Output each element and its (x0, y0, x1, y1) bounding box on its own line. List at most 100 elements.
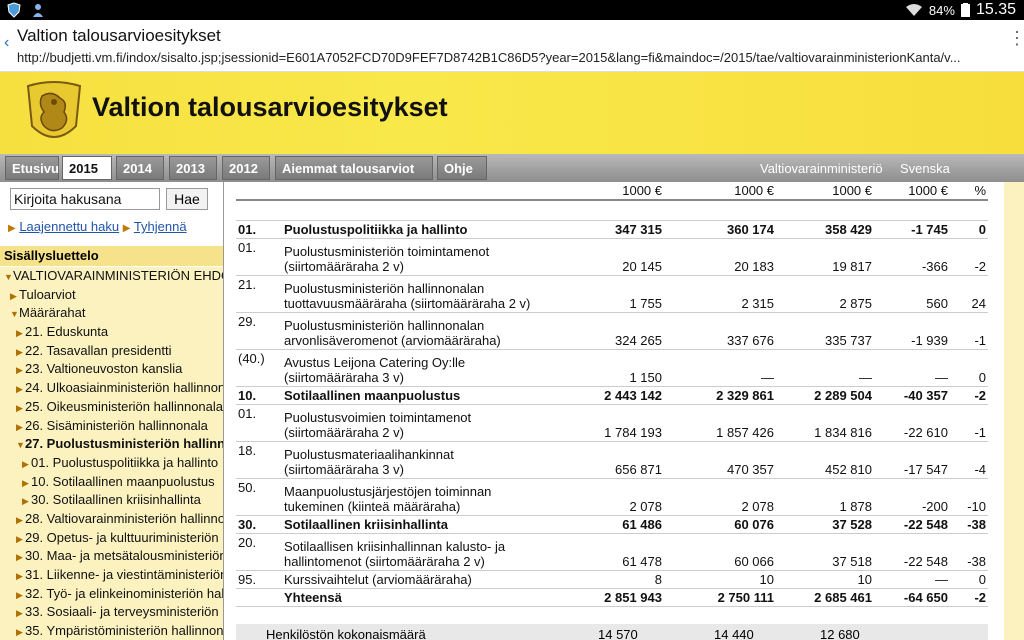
tab-2013[interactable]: 2013 (169, 156, 217, 180)
toc-item[interactable]: ▶ 22. Tasavallan presidentti (0, 342, 223, 361)
row-value: 0 (950, 349, 988, 387)
toc-item[interactable]: ▼27. Puolustusministeriön hallinnonala (0, 435, 223, 454)
tab-2012[interactable]: 2012 (222, 156, 270, 180)
row-code: 01. (236, 238, 282, 276)
overflow-menu-icon[interactable]: ⋮ (1008, 29, 1024, 47)
triangle-right-icon[interactable]: ▶ (22, 492, 31, 510)
triangle-right-icon[interactable]: ▶ (16, 324, 25, 342)
triangle-right-icon[interactable]: ▶ (16, 623, 25, 640)
toc-item[interactable]: ▶ 30. Sotilaallinen kriisinhallinta (0, 491, 223, 510)
table-row: 10. Sotilaallinen maanpuolustus 2 443 142 2… (236, 386, 988, 405)
row-name-line-2: arvonlisäveromenot (arviomääräraha) (284, 332, 501, 348)
row-name: Puolustusmateriaalihankinnat (siirtomäärä… (282, 441, 562, 479)
triangle-right-icon[interactable]: ▶ (10, 287, 19, 305)
row-name: Maanpuolustusjärjestöjen toiminnan tukemi… (282, 478, 562, 516)
triangle-right-icon[interactable]: ▶ (16, 399, 25, 417)
toc-item[interactable]: ▶ 01. Puolustuspolitiikka ja hallinto (0, 454, 223, 473)
triangle-right-icon: ▶ (8, 223, 16, 234)
advanced-search-link[interactable]: Laajennettu haku (19, 219, 119, 234)
row-value: 10 (664, 570, 776, 589)
toc-item[interactable]: ▶29. Opetus- ja kulttuuriministeriön hal… (0, 529, 223, 548)
row-name: Puolustuspolitiikka ja hallinto (282, 220, 562, 239)
toc-item[interactable]: ▶30. Maa- ja metsätalousministeriön hall… (0, 547, 224, 566)
back-chevron-icon[interactable]: ‹ (4, 34, 9, 52)
row-value: 2 685 461 (776, 588, 874, 607)
tab-2015[interactable]: 2015 (62, 156, 112, 180)
row-value: -1 745 (874, 220, 950, 239)
row-name: Kurssivaihtelut (arviomääräraha) (282, 570, 562, 589)
search-input[interactable]: Kirjoita hakusana (10, 188, 160, 210)
toc-item[interactable]: ▶28. Valtiovarainministeriön hallinnonal… (0, 510, 223, 529)
triangle-right-icon[interactable]: ▶ (16, 343, 25, 361)
toc-item-label: 32. Työ- ja elinkeinoministeriön hallinn… (25, 585, 224, 601)
triangle-right-icon[interactable]: ▶ (22, 474, 31, 492)
tab-etusivu[interactable]: Etusivu (5, 156, 59, 180)
triangle-down-icon[interactable]: ▼ (10, 305, 19, 323)
row-value: 337 676 (664, 312, 776, 350)
triangle-right-icon[interactable]: ▶ (16, 586, 25, 604)
search-button[interactable]: Hae (166, 188, 208, 210)
triangle-right-icon[interactable]: ▶ (22, 455, 31, 473)
toc-item[interactable]: ▶ 26. Sisäministeriön hallinnonala (0, 417, 223, 436)
triangle-right-icon[interactable]: ▶ (16, 567, 25, 585)
right-scroll-area[interactable] (1004, 182, 1024, 640)
row-name: Sotilaallinen maanpuolustus (282, 386, 562, 405)
row-code: 95. (236, 570, 282, 589)
triangle-right-icon[interactable]: ▶ (16, 548, 25, 566)
battery-percent: 84% (928, 2, 955, 18)
triangle-right-icon[interactable]: ▶ (16, 604, 25, 622)
triangle-right-icon[interactable]: ▶ (16, 380, 25, 398)
toc-item[interactable]: ▼VALTIOVARAINMINISTERIÖN EHDOTUS (0, 267, 223, 286)
toc-item[interactable]: ▶ 24. Ulkoasiainministeriön hallinnonala (0, 379, 223, 398)
row-value: 8 (562, 570, 664, 589)
row-value: -38 (950, 515, 988, 534)
clear-link[interactable]: Tyhjennä (134, 219, 187, 234)
toc-item[interactable]: ▶33. Sosiaali- ja terveysministeriön hal… (0, 603, 223, 622)
triangle-down-icon[interactable]: ▼ (4, 268, 13, 286)
toc-item[interactable]: ▶ Tuloarviot (0, 286, 223, 305)
row-value: -38 (950, 533, 988, 571)
triangle-right-icon[interactable]: ▶ (16, 511, 25, 529)
table-row: 29. Puolustusministeriön hallinnonalan arv… (236, 312, 988, 350)
row-value: -17 547 (874, 441, 950, 479)
toc-item[interactable]: ▶ 25. Oikeusministeriön hallinnonala (0, 398, 223, 417)
tab-ohje[interactable]: Ohje (437, 156, 487, 180)
triangle-right-icon[interactable]: ▶ (16, 418, 25, 436)
row-value: 656 871 (562, 441, 664, 479)
row-value: 37 518 (776, 533, 874, 571)
row-value: 358 429 (776, 220, 874, 239)
toc-item[interactable]: ▶ 35. Ympäristöministeriön hallinnonala (0, 622, 223, 640)
toc-item[interactable]: ▶32. Työ- ja elinkeinoministeriön hallin… (0, 585, 224, 604)
staff-value-2: 14 440 (714, 627, 754, 640)
toc-item-label: 30. Maa- ja metsätalousministeriön halli… (25, 548, 224, 564)
tab-aiemmat-talousarviot[interactable]: Aiemmat talousarviot (275, 156, 433, 180)
toc-item-label: 27. Puolustusministeriön hallinnonala (25, 436, 223, 452)
row-name-line-1: Puolustuspolitiikka ja hallinto (284, 221, 468, 237)
row-code: 21. (236, 275, 282, 313)
triangle-right-icon[interactable]: ▶ (16, 530, 25, 548)
url-field[interactable]: http://budjetti.vm.fi/indox/sisalto.jsp;… (17, 50, 1002, 65)
ministry-link[interactable]: Valtiovarainministeriö (760, 161, 883, 176)
row-value: — (776, 349, 874, 387)
row-name-line-1: Puolustusministeriön hallinnonalan (284, 317, 485, 333)
row-value: -40 357 (874, 386, 950, 405)
toc-item[interactable]: ▼Määrärahat (0, 304, 223, 323)
toc-item-label: 31. Liikenne- ja viestintäministeriön ha… (25, 567, 224, 582)
table-header-row: 1000 €1000 €1000 €1000 €% (236, 182, 988, 201)
staff-value-3: 12 680 (820, 627, 860, 640)
row-value: 61 486 (562, 515, 664, 534)
row-value: 324 265 (562, 312, 664, 350)
table-of-contents: ▼VALTIOVARAINMINISTERIÖN EHDOTUS▶Tuloarv… (0, 267, 224, 640)
row-value: -1 (950, 404, 988, 442)
triangle-down-icon[interactable]: ▼ (16, 436, 25, 454)
toc-item[interactable]: ▶ 21. Eduskunta (0, 323, 223, 342)
toc-heading: Sisällysluettelo (0, 246, 223, 266)
site-banner: Valtion talousarvioesitykset (0, 72, 1024, 154)
toc-item[interactable]: ▶ 23. Valtioneuvoston kanslia (0, 360, 223, 379)
toc-item[interactable]: ▶31. Liikenne- ja viestintäministeriön h… (0, 566, 224, 585)
row-value: 347 315 (562, 220, 664, 239)
toc-item[interactable]: ▶ 10. Sotilaallinen maanpuolustus (0, 473, 223, 492)
triangle-right-icon[interactable]: ▶ (16, 361, 25, 379)
tab-2014[interactable]: 2014 (116, 156, 164, 180)
language-link[interactable]: Svenska (900, 161, 950, 176)
